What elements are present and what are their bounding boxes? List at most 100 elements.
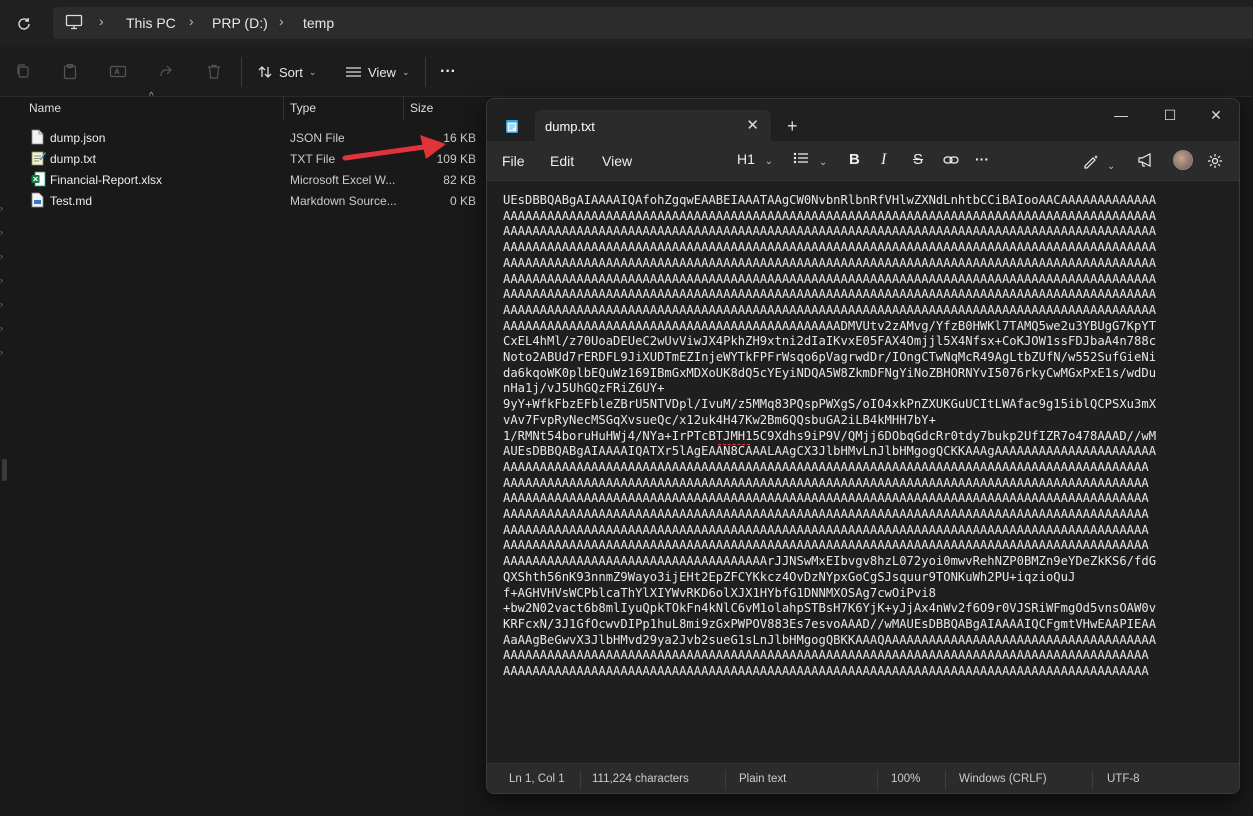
breadcrumb-drive[interactable]: PRP (D:) — [212, 15, 268, 31]
tab-dump-txt[interactable]: dump.txt ✕ — [535, 110, 771, 142]
chevron-right-icon: › — [279, 13, 284, 29]
italic-icon[interactable]: I — [881, 151, 886, 169]
json-file-icon — [31, 129, 45, 146]
menu-file[interactable]: File — [502, 153, 525, 169]
chevron-down-icon: ⌄ — [1106, 161, 1116, 172]
breadcrumb-temp[interactable]: temp — [303, 15, 334, 31]
column-header-name[interactable]: Name — [29, 101, 61, 115]
expand-arrow-icon[interactable]: › — [0, 227, 6, 237]
list-dropdown[interactable]: ⌄ — [793, 151, 827, 168]
zoom-level[interactable]: 100% — [891, 773, 920, 785]
text-editor-area[interactable]: UEsDBBQABgAIAAAAIQAfohZgqwEAABEIAAATAAgC… — [487, 181, 1239, 761]
file-size: 82 KB — [443, 173, 476, 187]
excel-file-icon — [31, 171, 46, 188]
notepad-titlebar: dump.txt ✕ + — ☐ ✕ — [487, 99, 1239, 142]
announcement-icon[interactable] — [1137, 153, 1154, 171]
close-window-icon[interactable]: ✕ — [1202, 107, 1230, 127]
column-header-type[interactable]: Type — [290, 101, 316, 115]
status-divider — [580, 770, 581, 790]
file-type: Markdown Source... — [290, 194, 397, 208]
column-header-size[interactable]: Size — [410, 101, 433, 115]
status-divider — [945, 770, 946, 790]
menu-edit[interactable]: Edit — [550, 153, 574, 169]
navigation-pane-edge: › › › › › › › — [0, 97, 10, 816]
chevron-down-icon: ⌄ — [764, 156, 774, 167]
minimize-icon[interactable]: — — [1107, 107, 1135, 127]
sort-button[interactable]: Sort ⌄ — [257, 59, 316, 85]
copilot-rewrite-icon[interactable]: ⌄ — [1083, 153, 1115, 172]
menu-view[interactable]: View — [602, 153, 632, 169]
chevron-down-icon: ⌄ — [818, 157, 828, 168]
more-formatting-icon[interactable]: ··· — [975, 151, 989, 167]
link-icon[interactable] — [943, 153, 959, 169]
breadcrumb-this-pc[interactable]: This PC — [126, 15, 176, 31]
notepad-window: dump.txt ✕ + — ☐ ✕ File Edit View H1 ⌄ ⌄… — [486, 98, 1240, 794]
file-name: Test.md — [50, 194, 93, 208]
delete-icon[interactable] — [206, 63, 224, 81]
strikethrough-icon[interactable]: S — [913, 151, 923, 168]
sort-ascending-icon: ^ — [149, 91, 154, 102]
column-headers: ^ Name Type Size — [10, 91, 490, 121]
chevron-right-icon: › — [189, 13, 194, 29]
rename-icon[interactable] — [109, 63, 127, 81]
txt-file-icon — [31, 150, 46, 167]
expand-arrow-icon[interactable]: › — [0, 251, 6, 261]
sort-icon — [257, 64, 273, 80]
view-button[interactable]: View ⌄ — [345, 59, 410, 85]
expand-arrow-icon[interactable]: › — [0, 347, 6, 357]
bold-icon[interactable]: B — [849, 151, 860, 168]
maximize-icon[interactable]: ☐ — [1156, 107, 1184, 127]
notepad-app-icon — [505, 118, 519, 139]
status-divider — [877, 770, 878, 790]
expand-arrow-icon[interactable]: › — [0, 323, 6, 333]
file-name: dump.txt — [50, 152, 97, 166]
this-pc-icon — [65, 14, 83, 35]
chevron-right-icon: › — [99, 13, 104, 29]
paste-icon[interactable] — [62, 63, 80, 81]
close-tab-icon[interactable]: ✕ — [746, 116, 759, 134]
file-name: Financial-Report.xlsx — [50, 173, 163, 187]
sort-label: Sort — [279, 64, 303, 80]
chevron-down-icon: ⌄ — [401, 66, 410, 77]
file-row[interactable]: Financial-Report.xlsx Microsoft Excel W.… — [10, 169, 490, 190]
file-content: UEsDBBQABgAIAAAAIQAfohZgqwEAABEIAAATAAgC… — [503, 193, 1157, 679]
column-divider[interactable] — [403, 97, 404, 121]
file-row[interactable]: Test.md Markdown Source... 0 KB — [10, 190, 490, 211]
bulleted-list-icon — [793, 152, 808, 164]
column-divider[interactable] — [283, 97, 284, 121]
explorer-toolbar: Sort ⌄ View ⌄ ··· — [0, 47, 1253, 97]
file-size: 0 KB — [449, 194, 476, 208]
expand-arrow-icon[interactable]: › — [0, 203, 6, 213]
refresh-icon[interactable] — [12, 12, 36, 36]
avatar[interactable] — [1173, 150, 1193, 170]
expand-arrow-icon[interactable]: › — [0, 275, 6, 285]
settings-gear-icon[interactable] — [1207, 153, 1223, 172]
file-type: Microsoft Excel W... — [290, 173, 396, 187]
tab-title: dump.txt — [545, 119, 595, 134]
spellcheck-underline — [718, 443, 750, 445]
share-icon[interactable] — [158, 63, 176, 81]
copy-icon[interactable] — [15, 63, 33, 81]
line-ending[interactable]: Windows (CRLF) — [959, 773, 1047, 785]
more-options-button[interactable]: ··· — [440, 59, 456, 85]
toolbar-divider — [425, 57, 426, 87]
encoding[interactable]: UTF-8 — [1107, 773, 1140, 785]
status-bar: Ln 1, Col 1 111,224 characters Plain tex… — [487, 763, 1239, 793]
view-list-icon — [345, 65, 362, 79]
address-row: › This PC › PRP (D:) › temp — [0, 0, 1253, 47]
heading-dropdown[interactable]: H1 ⌄ — [737, 151, 773, 167]
red-arrow-annotation — [342, 135, 446, 161]
toolbar-divider — [241, 57, 242, 87]
expand-arrow-icon[interactable]: › — [0, 299, 6, 309]
file-name: dump.json — [50, 131, 106, 145]
heading-label: H1 — [737, 151, 755, 167]
status-divider — [1092, 770, 1093, 790]
new-tab-icon[interactable]: + — [787, 116, 798, 137]
chevron-down-icon: ⌄ — [308, 66, 317, 77]
text-format[interactable]: Plain text — [739, 773, 786, 785]
view-label: View — [368, 64, 396, 80]
character-count: 111,224 characters — [592, 773, 689, 785]
md-file-icon — [31, 192, 45, 209]
nav-scrollbar[interactable] — [2, 459, 7, 481]
address-bar[interactable]: › This PC › PRP (D:) › temp — [53, 7, 1253, 39]
